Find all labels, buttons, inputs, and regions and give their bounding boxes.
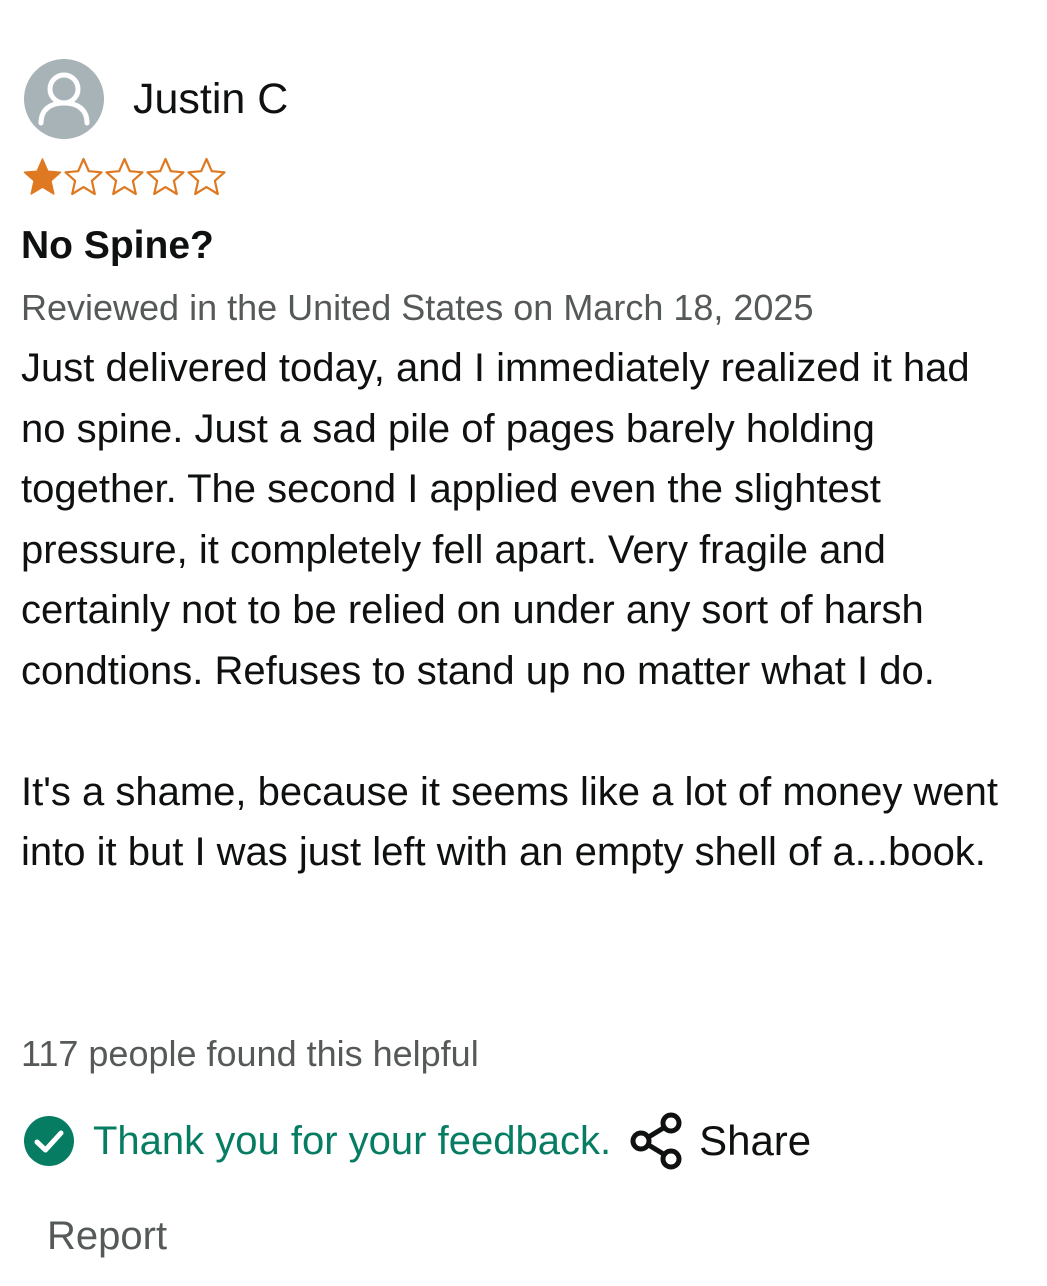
star-empty-icon xyxy=(64,157,103,196)
user-silhouette-icon xyxy=(38,72,90,126)
star-filled-icon xyxy=(23,158,62,195)
check-circle-icon xyxy=(24,1116,74,1166)
helpful-count: 117 people found this helpful xyxy=(21,1033,479,1074)
review-paragraph: Just delivered today, and I immediately … xyxy=(21,346,970,693)
review-title[interactable]: No Spine? xyxy=(21,220,214,272)
share-button[interactable]: Share xyxy=(629,1112,811,1170)
star-rating xyxy=(22,157,227,197)
reviewer-name[interactable]: Justin C xyxy=(133,77,288,121)
review-body: Just delivered today, and I immediately … xyxy=(21,338,1021,883)
star-empty-icon xyxy=(146,157,185,196)
feedback-message: Thank you for your feedback. xyxy=(93,1119,612,1163)
share-icon xyxy=(630,1112,682,1170)
review-actions: Thank you for your feedback. Share xyxy=(24,1112,811,1170)
star-empty-icon xyxy=(105,157,144,196)
review-card: Justin C No Spine? Reviewed in the Unite… xyxy=(0,0,1047,1286)
avatar xyxy=(24,59,104,139)
report-link[interactable]: Report xyxy=(47,1210,167,1262)
review-date: Reviewed in the United States on March 1… xyxy=(21,287,814,328)
review-paragraph: It's a shame, because it seems like a lo… xyxy=(21,769,998,875)
reviewer: Justin C xyxy=(24,59,288,139)
star-empty-icon xyxy=(187,157,226,196)
share-label: Share xyxy=(699,1117,812,1164)
